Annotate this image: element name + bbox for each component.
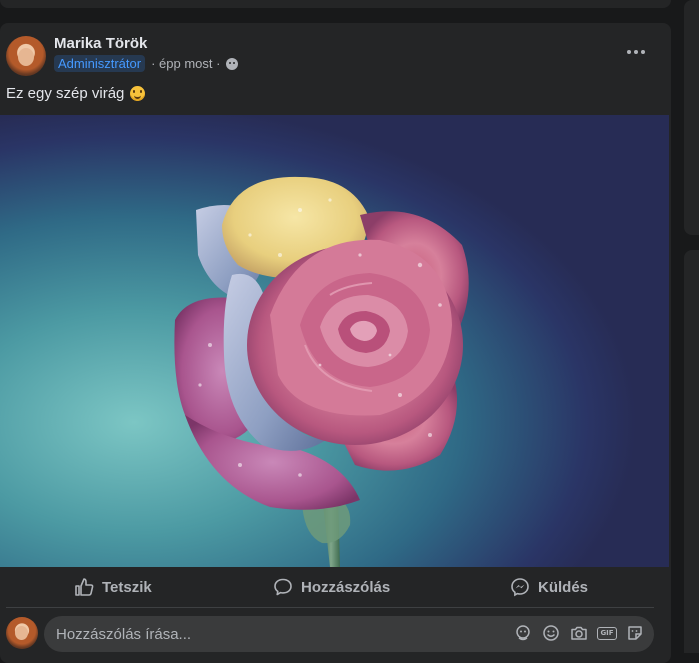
comment-input[interactable]: Hozzászólás írása... GIF — [44, 616, 654, 652]
rose-image — [174, 176, 469, 567]
messenger-icon — [511, 578, 529, 597]
commenter-avatar[interactable] — [6, 617, 38, 649]
author-name[interactable]: Marika Török — [54, 35, 147, 52]
post-text-content: Ez egy szép virág — [6, 85, 125, 102]
author-avatar[interactable] — [6, 36, 46, 76]
send-button[interactable]: Küldés — [510, 568, 588, 606]
comment-placeholder: Hozzászólás írása... — [56, 626, 192, 643]
send-label: Küldés — [538, 578, 589, 596]
avatar-face — [15, 626, 28, 640]
divider — [6, 607, 654, 608]
emoji-icon[interactable] — [542, 624, 560, 642]
avatar-face — [18, 48, 34, 66]
post-timestamp[interactable]: · épp most · — [151, 56, 220, 71]
right-side-panel — [684, 0, 699, 235]
post-actions-bar: Tetszik Hozzászólás Küldés — [0, 568, 671, 606]
more-options-button[interactable] — [618, 37, 654, 67]
post-text: Ez egy szép virág — [6, 85, 146, 102]
dot-icon — [627, 50, 631, 54]
post-meta: Adminisztrátor · épp most · — [54, 55, 239, 72]
camera-icon[interactable] — [570, 624, 588, 642]
right-side-panel-lower — [684, 250, 699, 653]
like-label: Tetszik — [102, 578, 152, 596]
post-card: Marika Török Adminisztrátor · épp most ·… — [0, 23, 671, 663]
gif-icon[interactable]: GIF — [597, 624, 617, 642]
comment-button[interactable]: Hozzászólás — [273, 568, 390, 606]
avatar-sticker-icon[interactable] — [514, 624, 532, 642]
sticker-icon[interactable] — [626, 624, 644, 642]
comment-tools: GIF — [514, 624, 644, 642]
comment-label: Hozzászólás — [301, 578, 391, 596]
dot-icon — [634, 50, 638, 54]
thumbs-up-icon — [75, 578, 94, 596]
comment-bubble-icon — [274, 578, 292, 596]
post-photo[interactable] — [0, 115, 669, 567]
admin-badge[interactable]: Adminisztrátor — [54, 55, 146, 72]
like-button[interactable]: Tetszik — [74, 568, 152, 606]
smile-icon — [130, 86, 146, 101]
dot-icon — [641, 50, 645, 54]
globe-icon[interactable] — [226, 57, 239, 70]
previous-post-card — [0, 0, 671, 8]
